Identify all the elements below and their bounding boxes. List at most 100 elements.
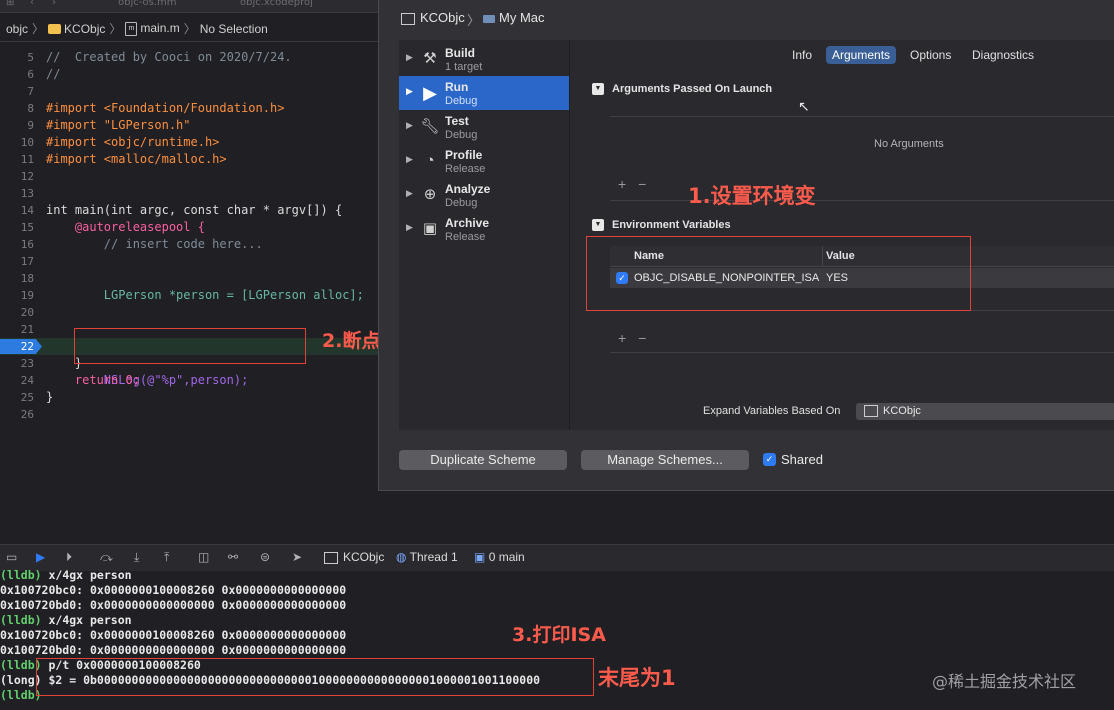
scheme-icon — [864, 405, 878, 418]
frame-crumb[interactable]: ▣ 0 main — [474, 550, 525, 564]
memory-graph-icon[interactable]: ⚯ — [228, 550, 238, 564]
code-line: 10 #import <objc/runtime.h> — [20, 135, 220, 149]
env-highlight-box — [586, 236, 971, 311]
scheme-selector[interactable]: KCObjc — [401, 10, 465, 25]
grid-icon[interactable]: ⊞ — [6, 0, 14, 8]
destination-selector[interactable]: My Mac — [479, 10, 545, 25]
console-line: 0x100720bd0: 0x0000000000000000 0x000000… — [0, 598, 347, 612]
thread-crumb[interactable]: ◍ Thread 1 — [396, 550, 458, 564]
console-line: 0x100720bc0: 0x0000000100008260 0x000000… — [0, 583, 347, 597]
view-hierarchy-icon[interactable]: ◫ — [198, 550, 209, 564]
env-add-remove[interactable]: +− — [618, 330, 658, 346]
code-line: 11 #import <malloc/malloc.h> — [20, 152, 227, 166]
debug-bar: ▭ ▶ ⏵ ⤼ ⤓ ⤒ ◫ ⚯ ⊜ ➤ KCObjc ◍ Thread 1 ▣ … — [0, 544, 1114, 572]
divider — [610, 200, 1114, 201]
step-over-icon[interactable]: ⤼ — [100, 550, 113, 565]
expand-variables-popup[interactable]: KCObjc — [856, 403, 1114, 420]
code-line: 19 LGPerson *person = [LGPerson alloc]; — [20, 288, 364, 302]
hide-console-icon[interactable]: ▭ — [6, 550, 17, 564]
annotation-ends-with-1: 末尾为1 — [598, 666, 676, 690]
code-line: 24 return 0; — [20, 373, 140, 387]
divider — [610, 352, 1114, 353]
disclosure-triangle-icon[interactable]: ▶ — [406, 154, 413, 165]
action-analyze[interactable]: ▶ ⊕ Analyze Debug — [399, 178, 569, 212]
disclosure-triangle-icon[interactable]: ▶ — [406, 222, 413, 233]
location-icon[interactable]: ➤ — [292, 550, 302, 564]
code-line: 18 — [20, 272, 34, 285]
tab-info[interactable]: Info — [786, 46, 818, 64]
scheme-icon — [324, 551, 338, 564]
tab-options[interactable]: Options — [904, 46, 957, 64]
tab-arguments[interactable]: Arguments — [826, 46, 897, 64]
back-arrow-icon[interactable]: ‹ — [30, 0, 34, 8]
tab-objc-os[interactable]: objc-os.mm — [118, 0, 177, 8]
mac-icon — [483, 14, 495, 23]
scheme-header: KCObjc 〉 My Mac — [379, 0, 1114, 38]
code-editor[interactable]: 5// Created by Cooci on 2020/7/24. 6// 7… — [0, 44, 378, 474]
code-line: 26 — [20, 408, 34, 421]
wrench-icon: 🔧︎ — [420, 118, 440, 135]
selection-crumb[interactable]: No Selection — [200, 22, 268, 36]
code-line: 5// Created by Cooci on 2020/7/24. — [27, 50, 292, 64]
watermark: @稀土掘金技术社区 — [932, 672, 1077, 691]
code-line: 6// — [27, 67, 61, 81]
breakpoint-indicator[interactable]: 22 — [0, 339, 42, 354]
target-crumb[interactable]: KCObjc — [324, 550, 384, 564]
action-build[interactable]: ▶ ⚒ Build 1 target — [399, 42, 569, 76]
code-line: 25} — [20, 390, 54, 404]
action-profile[interactable]: ▶ ◔ Profile Release — [399, 144, 569, 178]
console-line: 0x100720bd0: 0x0000000000000000 0x000000… — [0, 643, 347, 657]
duplicate-scheme-button[interactable]: Duplicate Scheme — [399, 450, 567, 470]
expand-variables-label: Expand Variables Based On — [703, 405, 841, 417]
shared-checkbox-icon[interactable]: ✓ — [763, 453, 776, 466]
disclosure-down-icon[interactable]: ▼ — [592, 83, 604, 95]
tab-objc-xcodeproj[interactable]: objc.xcodeproj — [240, 0, 313, 8]
annotation-env: 1.设置环境变 — [688, 184, 816, 208]
environment-section-title: Environment Variables — [612, 219, 731, 231]
gauge-icon: ◔ — [425, 152, 435, 169]
analyze-icon: ⊕ — [423, 186, 437, 203]
continue-icon[interactable]: ⏵ — [66, 550, 72, 565]
no-arguments-label: No Arguments — [874, 138, 944, 150]
code-line: 9 #import "LGPerson.h" — [27, 118, 191, 132]
file-crumb[interactable]: m main.m — [125, 21, 180, 36]
step-out-icon[interactable]: ⤒ — [164, 550, 169, 565]
run-action-pane: Info Arguments Options Diagnostics ▼ Arg… — [569, 40, 1114, 430]
chevron-right-icon: 〉 — [183, 22, 196, 36]
tab-diagnostics[interactable]: Diagnostics — [966, 46, 1040, 64]
disclosure-triangle-icon[interactable]: ▶ — [406, 52, 413, 63]
environment-override-icon[interactable]: ⊜ — [260, 550, 270, 564]
scheme-icon — [401, 12, 415, 25]
action-archive[interactable]: ▶ ▣ Archive Release — [399, 212, 569, 246]
arguments-section-title: Arguments Passed On Launch — [612, 83, 773, 95]
hammer-icon: ⚒ — [423, 50, 437, 67]
disclosure-down-icon[interactable]: ▼ — [592, 219, 604, 231]
forward-arrow-icon[interactable]: › — [52, 0, 56, 8]
disclosure-triangle-icon[interactable]: ▶ — [406, 188, 413, 199]
project-crumb[interactable]: objc — [6, 22, 28, 36]
code-line: 20 — [20, 306, 34, 319]
action-test[interactable]: ▶ 🔧︎ Test Debug — [399, 110, 569, 144]
annotation-breakpoint: 2.断点 — [322, 330, 381, 352]
action-run[interactable]: ▶ ▶ Run Debug — [399, 76, 569, 110]
manage-schemes-button[interactable]: Manage Schemes... — [581, 450, 749, 470]
scheme-actions-list: ▶ ⚒ Build 1 target ▶ ▶ Run Debug ▶ 🔧︎ Test… — [399, 40, 569, 430]
code-line: 12 — [20, 170, 34, 183]
code-line: 14 int main(int argc, const char * argv[]… — [20, 203, 343, 217]
jump-bar: objc 〉 KCObjc 〉 m main.m 〉 No Selection — [0, 16, 378, 42]
disclosure-triangle-icon[interactable]: ▶ — [406, 86, 413, 97]
target-crumb[interactable]: KCObjc — [48, 22, 105, 36]
shared-label: Shared — [781, 452, 823, 467]
step-into-icon[interactable]: ⤓ — [134, 550, 139, 565]
args-add-remove[interactable]: +− — [618, 176, 658, 192]
divider — [610, 116, 1114, 117]
breakpoint-highlight-box — [74, 328, 306, 364]
disclosure-triangle-icon[interactable]: ▶ — [406, 120, 413, 131]
code-line: 13 — [20, 187, 34, 200]
isa-highlight-box — [36, 658, 594, 696]
play-icon: ▶ — [423, 83, 437, 103]
breakpoints-icon[interactable]: ▶ — [36, 550, 45, 564]
file-icon: m — [125, 21, 138, 36]
code-line: 16 // insert code here... — [20, 237, 263, 251]
code-line: 17 — [20, 255, 34, 268]
